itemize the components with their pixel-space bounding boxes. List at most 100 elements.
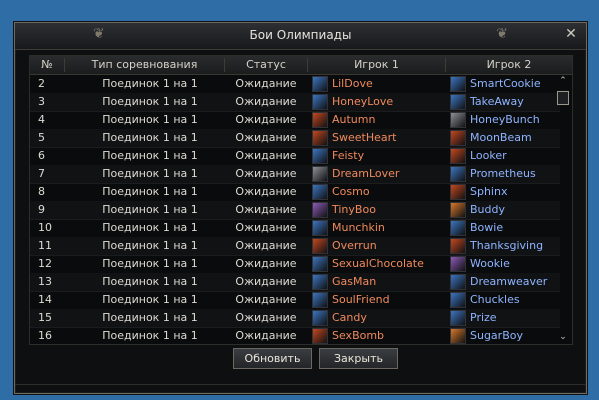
player1-name[interactable]: SoulFriend [332,291,390,309]
competition-type: Поединок 1 на 1 [102,113,198,126]
player2-name[interactable]: Chuckles [470,291,520,309]
bottom-divider [15,384,586,393]
competition-type: Поединок 1 на 1 [102,167,198,180]
competition-type: Поединок 1 на 1 [102,293,198,306]
class-avatar-icon [450,274,466,290]
table-row[interactable]: 2 Поединок 1 на 1 Ожидание LilDove SmartCook… [30,75,560,94]
competition-type: Поединок 1 на 1 [102,257,198,270]
class-avatar-icon [312,94,328,110]
player1-name[interactable]: HoneyLove [332,93,393,111]
player2-name[interactable]: TakeAway [470,93,524,111]
olympiad-battles-window: ❦ Бои Олимпиады ❦ ✕ № Тип соревнования С… [14,22,587,394]
player2-name[interactable]: SugarBoy [470,327,523,344]
player2-name[interactable]: Prize [470,309,497,327]
scroll-down-icon[interactable]: ⌄ [557,332,569,342]
battle-status: Ожидание [235,167,297,180]
player1-name[interactable]: SexBomb [332,327,384,344]
row-number: 16 [38,329,52,342]
table-row[interactable]: 11 Поединок 1 на 1 Ожидание Overrun Thanksgi… [30,237,560,256]
player1-name[interactable]: LilDove [332,75,373,93]
class-avatar-icon [450,220,466,236]
scroll-up-icon[interactable]: ⌃ [557,76,569,86]
class-avatar-icon [450,148,466,164]
competition-type: Поединок 1 на 1 [102,77,198,90]
table-row[interactable]: 15 Поединок 1 на 1 Ожидание Candy Prize [30,309,560,328]
competition-type: Поединок 1 на 1 [102,131,198,144]
battle-status: Ожидание [235,329,297,342]
row-number: 13 [38,275,52,288]
player2-name[interactable]: Looker [470,147,507,165]
player1-name[interactable]: TinyBoo [332,201,376,219]
player1-name[interactable]: Cosmo [332,183,370,201]
table-row[interactable]: 6 Поединок 1 на 1 Ожидание Feisty Looker [30,147,560,166]
row-number: 7 [38,167,45,180]
refresh-button[interactable]: Обновить [233,348,312,369]
player1-name[interactable]: Feisty [332,147,364,165]
player1-name[interactable]: SweetHeart [332,129,396,147]
class-avatar-icon [312,112,328,128]
class-avatar-icon [450,112,466,128]
table-row[interactable]: 14 Поединок 1 на 1 Ожидание SoulFriend Chuck… [30,291,560,310]
battles-table: № Тип соревнования Статус Игрок 1 Игрок … [29,55,573,345]
player2-name[interactable]: Wookie [470,255,510,273]
scrollbar-thumb[interactable] [557,91,569,105]
table-header: № Тип соревнования Статус Игрок 1 Игрок … [30,56,572,75]
table-scrollbar[interactable]: ⌃ ⌄ [557,76,569,342]
row-number: 8 [38,185,45,198]
table-row[interactable]: 12 Поединок 1 на 1 Ожидание SexualChocolate… [30,255,560,274]
battle-status: Ожидание [235,185,297,198]
player1-name[interactable]: Munchkin [332,219,385,237]
player1-name[interactable]: Candy [332,309,367,327]
row-number: 10 [38,221,52,234]
battle-status: Ожидание [235,203,297,216]
row-number: 3 [38,95,45,108]
row-number: 2 [38,77,45,90]
competition-type: Поединок 1 на 1 [102,329,198,342]
player2-name[interactable]: Prometheus [470,165,536,183]
competition-type: Поединок 1 на 1 [102,203,198,216]
player2-name[interactable]: Sphinx [470,183,507,201]
column-header-status[interactable]: Статус [225,56,307,74]
player2-name[interactable]: Thanksgiving [470,237,543,255]
table-row[interactable]: 8 Поединок 1 на 1 Ожидание Cosmo Sphinx [30,183,560,202]
class-avatar-icon [312,130,328,146]
class-avatar-icon [312,328,328,344]
player2-name[interactable]: SmartCookie [470,75,541,93]
competition-type: Поединок 1 на 1 [102,311,198,324]
player1-name[interactable]: DreamLover [332,165,399,183]
player2-name[interactable]: MoonBeam [470,129,532,147]
table-row[interactable]: 9 Поединок 1 на 1 Ожидание TinyBoo Buddy [30,201,560,220]
player1-name[interactable]: SexualChocolate [332,255,424,273]
battle-status: Ожидание [235,131,297,144]
row-number: 15 [38,311,52,324]
row-number: 4 [38,113,45,126]
table-row[interactable]: 13 Поединок 1 на 1 Ожидание GasMan Dreamweav… [30,273,560,292]
player1-name[interactable]: Overrun [332,237,377,255]
close-icon[interactable]: ✕ [562,25,580,43]
column-header-player2[interactable]: Игрок 2 [446,56,572,74]
battle-status: Ожидание [235,257,297,270]
table-row[interactable]: 16 Поединок 1 на 1 Ожидание SexBomb SugarBoy [30,327,560,344]
column-header-competition-type[interactable]: Тип соревнования [65,56,224,74]
class-avatar-icon [450,166,466,182]
player2-name[interactable]: Bowie [470,219,503,237]
battle-status: Ожидание [235,293,297,306]
column-header-number[interactable]: № [30,56,64,74]
window-titlebar[interactable]: ❦ Бои Олимпиады ❦ ✕ [15,23,586,50]
table-row[interactable]: 7 Поединок 1 на 1 Ожидание DreamLover Promet… [30,165,560,184]
player2-name[interactable]: Buddy [470,201,505,219]
player2-name[interactable]: Dreamweaver [470,273,547,291]
column-header-player1[interactable]: Игрок 1 [308,56,445,74]
close-button[interactable]: Закрыть [319,348,398,369]
table-row[interactable]: 5 Поединок 1 на 1 Ожидание SweetHeart MoonBe… [30,129,560,148]
class-avatar-icon [450,202,466,218]
row-number: 14 [38,293,52,306]
player1-name[interactable]: GasMan [332,273,376,291]
table-row[interactable]: 4 Поединок 1 на 1 Ожидание Autumn HoneyBunch [30,111,560,130]
table-row[interactable]: 3 Поединок 1 на 1 Ожидание HoneyLove TakeAwa… [30,93,560,112]
player2-name[interactable]: HoneyBunch [470,111,540,129]
player1-name[interactable]: Autumn [332,111,375,129]
class-avatar-icon [450,238,466,254]
row-number: 5 [38,131,45,144]
table-row[interactable]: 10 Поединок 1 на 1 Ожидание Munchkin Bowie [30,219,560,238]
